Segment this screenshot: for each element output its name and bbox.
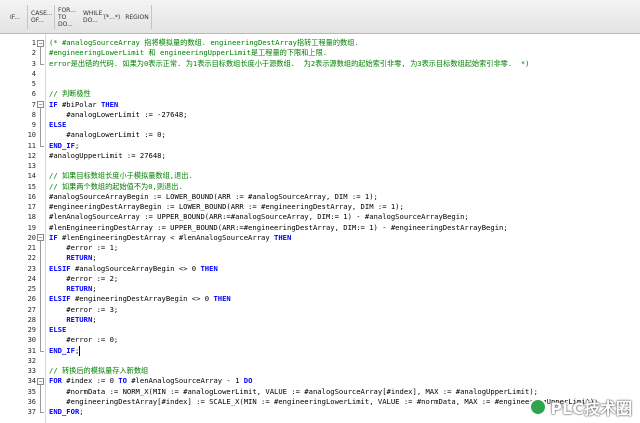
fold-toggle-icon[interactable]: − — [37, 39, 44, 47]
code-line[interactable]: error是出错的代码. 如果为0表示正常. 为1表示目标数组长度小于源数组. … — [49, 58, 529, 70]
fold-end-marker — [40, 145, 44, 147]
fold-guide-line — [40, 384, 41, 412]
code-editor[interactable]: 1 2 3 4 5 6 7 8 9 10 11 12 13 14 15 16 17 18 19 20 21 22 23 24 2… — [0, 34, 640, 423]
code-line[interactable]: #analogUpperLimit := 27648; — [49, 150, 166, 162]
code-line[interactable]: #analogLowerLimit := -27648; — [49, 109, 187, 121]
watermark-text: PLC技术圈 — [550, 399, 632, 418]
fold-guide-line — [40, 241, 41, 351]
fold-end-marker — [40, 350, 44, 352]
toolbar-if-button[interactable]: IF... — [4, 6, 26, 28]
toolbar-separator — [151, 5, 152, 29]
toolbar-button-label: FOR... TO DO... — [58, 6, 76, 28]
toolbar-button-label: (*...*) — [103, 13, 121, 21]
fold-end-marker — [40, 412, 44, 413]
toolbar-separator — [54, 5, 55, 29]
code-line[interactable]: END_FOR; — [49, 406, 84, 418]
line-number-gutter: 1 2 3 4 5 6 7 8 9 10 11 12 13 14 15 16 17 18 19 20 21 22 23 24 2… — [0, 34, 46, 423]
toolbar-comment-button[interactable]: (*...*) — [101, 6, 123, 28]
code-line[interactable]: END_IF; — [49, 345, 81, 357]
fold-toggle-icon[interactable]: − — [37, 234, 44, 242]
toolbar-button-label: CASE... OF... — [31, 10, 53, 24]
fold-guide-line — [40, 46, 41, 64]
fold-toggle-icon[interactable]: − — [37, 377, 44, 385]
toolbar-region-button[interactable]: REGION — [124, 6, 150, 28]
editor-toolbar: IF... CASE... OF... FOR... TO DO... WHILE..… — [0, 0, 640, 34]
toolbar-for-button[interactable]: FOR... TO DO... — [57, 6, 84, 28]
toolbar-case-button[interactable]: CASE... OF... — [30, 6, 55, 28]
fold-guide-line — [40, 108, 41, 146]
toolbar-button-label: IF... — [10, 13, 20, 21]
logo-icon — [529, 398, 548, 416]
fold-toggle-icon[interactable]: − — [37, 101, 44, 108]
watermark: PLC技术圈 — [529, 395, 632, 419]
fold-end-marker — [40, 63, 44, 65]
toolbar-separator — [27, 5, 28, 29]
code-line[interactable]: #engineeringDestArray[#index] := SCALE_X… — [49, 396, 598, 408]
line-number: 37 — [27, 408, 36, 416]
toolbar-button-label: REGION — [125, 13, 149, 21]
